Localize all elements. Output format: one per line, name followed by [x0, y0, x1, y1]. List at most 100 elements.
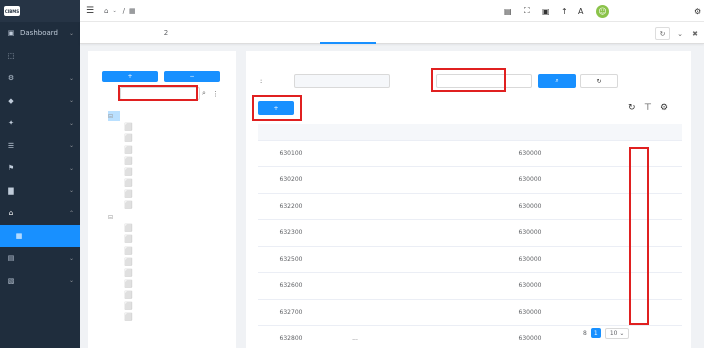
sidebar-item-screening[interactable]: ✦ ⌄: [0, 112, 80, 135]
search-icon[interactable]: ⌕: [202, 87, 210, 100]
cell-level: [386, 299, 436, 326]
tab-screening-metrics[interactable]: [258, 22, 314, 44]
cell-parent-code: 630000: [494, 246, 566, 273]
tab-ranking-2[interactable]: 2: [138, 22, 194, 44]
refresh-icon[interactable]: ↻: [655, 27, 670, 40]
cell-status: [436, 299, 494, 326]
lock-icon[interactable]: ▣: [542, 0, 550, 22]
cell-parent-code: 630000: [494, 219, 566, 247]
tree-node[interactable]: ⬜: [124, 145, 136, 155]
tree-node[interactable]: ⊟: [108, 111, 121, 121]
avatar[interactable]: ☺: [596, 0, 609, 22]
sidebar-item-address[interactable]: ⌂ ⌃: [0, 202, 80, 225]
tab-region-list[interactable]: [320, 22, 376, 44]
tree-node[interactable]: ⬜: [124, 189, 136, 199]
language-icon[interactable]: A: [578, 0, 583, 22]
cell-parent-name: [566, 140, 628, 167]
file-icon: ⬜: [124, 201, 133, 209]
tree-node[interactable]: ⬜: [124, 178, 136, 188]
region-code-input[interactable]: [436, 74, 532, 88]
file-icon: ⬜: [124, 145, 133, 154]
settings-icon[interactable]: ⚙: [694, 0, 701, 22]
page-size-select[interactable]: 10 ⌄: [604, 327, 630, 339]
cell-name: [324, 246, 386, 273]
file-icon: ⬜: [124, 156, 133, 165]
sidebar-item-tasks[interactable]: ☰ ⌄: [0, 135, 80, 158]
cell-parent-name: [566, 246, 628, 273]
tree-node[interactable]: ⬜: [124, 290, 136, 300]
cell-actions: [628, 140, 682, 167]
tree-node[interactable]: ⬜: [124, 312, 136, 322]
tree-node[interactable]: ⬜: [124, 257, 136, 267]
add-button[interactable]: +: [258, 101, 294, 115]
tree-node[interactable]: ⬜: [124, 301, 136, 311]
cell-level: [386, 325, 436, 348]
file-icon: ⬜: [124, 302, 133, 310]
column-header-parent-code[interactable]: [494, 124, 566, 141]
tree-node[interactable]: ⬜: [124, 246, 136, 256]
tab-file-list[interactable]: [378, 22, 434, 44]
chevron-down-icon: ⌄: [68, 119, 74, 127]
collapse-icon[interactable]: ⊟: [108, 214, 113, 221]
tree-node[interactable]: ⬜: [124, 279, 136, 289]
file-icon: ⬜: [124, 224, 133, 232]
column-height-icon[interactable]: ⊤: [644, 103, 652, 113]
cell-status: [436, 140, 494, 167]
column-header-status[interactable]: [436, 124, 494, 141]
close-tabs-icon[interactable]: ✖: [689, 27, 701, 40]
tree-node[interactable]: ⬜: [124, 156, 136, 166]
pagination-page-1[interactable]: 1: [590, 328, 601, 338]
collapse-icon[interactable]: ⊟: [108, 113, 113, 120]
tree-filter-input[interactable]: [120, 87, 200, 100]
set-region-button[interactable]: +: [102, 71, 158, 82]
tree-node[interactable]: ⬜: [124, 234, 136, 244]
column-header-name[interactable]: [324, 124, 386, 141]
tree-node[interactable]: ⬜: [124, 223, 136, 233]
hamburger-icon[interactable]: ☰: [86, 0, 94, 22]
cell-name: [324, 299, 386, 326]
tree-node[interactable]: ⬜: [124, 167, 136, 177]
tree-node[interactable]: ⬜: [124, 200, 136, 210]
tab-login-log[interactable]: [436, 22, 492, 44]
document-icon[interactable]: ▤: [504, 0, 512, 22]
cell-parent-code: 630000: [494, 299, 566, 326]
list-icon: ☰: [7, 141, 15, 150]
sidebar-item-storage[interactable]: ▤ ⌄: [0, 247, 80, 270]
column-settings-icon[interactable]: ⚙: [660, 103, 668, 113]
province-input[interactable]: [294, 74, 390, 88]
sidebar-item-operators[interactable]: ⚑ ⌄: [0, 157, 80, 180]
sidebar-item-data-screen[interactable]: ⬚: [0, 45, 80, 68]
sidebar-item-device[interactable]: ◆ ⌄: [0, 90, 80, 113]
search-button[interactable]: ⌕: [538, 74, 576, 88]
sidebar-item-region-list[interactable]: ▦: [0, 224, 80, 247]
tree-node[interactable]: ⬜: [124, 133, 136, 143]
tab-home[interactable]: [90, 22, 130, 44]
table-row: 632600 630000: [258, 272, 682, 300]
sidebar-item-audit-log[interactable]: ▧ ⌄: [0, 270, 80, 293]
table-header-row: [258, 124, 682, 141]
tab-screening-stats[interactable]: [198, 22, 254, 44]
cell-code: 632500: [258, 246, 324, 273]
chevron-down-icon[interactable]: ⌄: [674, 27, 686, 40]
column-header-parent-name[interactable]: [566, 124, 628, 141]
cell-status: [436, 272, 494, 300]
size-icon[interactable]: ↑: [561, 0, 568, 22]
tree-node[interactable]: ⊟: [108, 212, 116, 222]
column-header-level[interactable]: [386, 124, 436, 141]
region-main-panel: : ⌕ ↻ + ↻ ⊤ ⚙ 630100 630000 630200 630000 63…: [246, 51, 691, 348]
cell-code: 632600: [258, 272, 324, 300]
logo[interactable]: CIBMS: [0, 0, 80, 22]
fullscreen-icon[interactable]: ⛶: [524, 0, 530, 22]
refresh-icon[interactable]: ↻: [628, 103, 636, 113]
sidebar-item-system[interactable]: ⚙ ⌄: [0, 67, 80, 90]
tree-node[interactable]: ⬜: [124, 122, 136, 132]
reset-button[interactable]: ↻: [580, 74, 618, 88]
clear-region-button[interactable]: −: [164, 71, 220, 82]
cell-name: ...: [324, 325, 386, 348]
more-icon[interactable]: ⋮: [212, 87, 220, 100]
topbar: ☰ ⌂ ⌄ / ▦ ▤ ⛶ ▣ ↑ A ☺ ⚙: [80, 0, 704, 22]
sidebar-item-statistics[interactable]: ▇ ⌄: [0, 180, 80, 203]
sidebar-item-dashboard[interactable]: ▣ Dashboard ⌄: [0, 22, 80, 45]
column-header-code[interactable]: [258, 124, 324, 141]
tree-node[interactable]: ⬜: [124, 268, 136, 278]
